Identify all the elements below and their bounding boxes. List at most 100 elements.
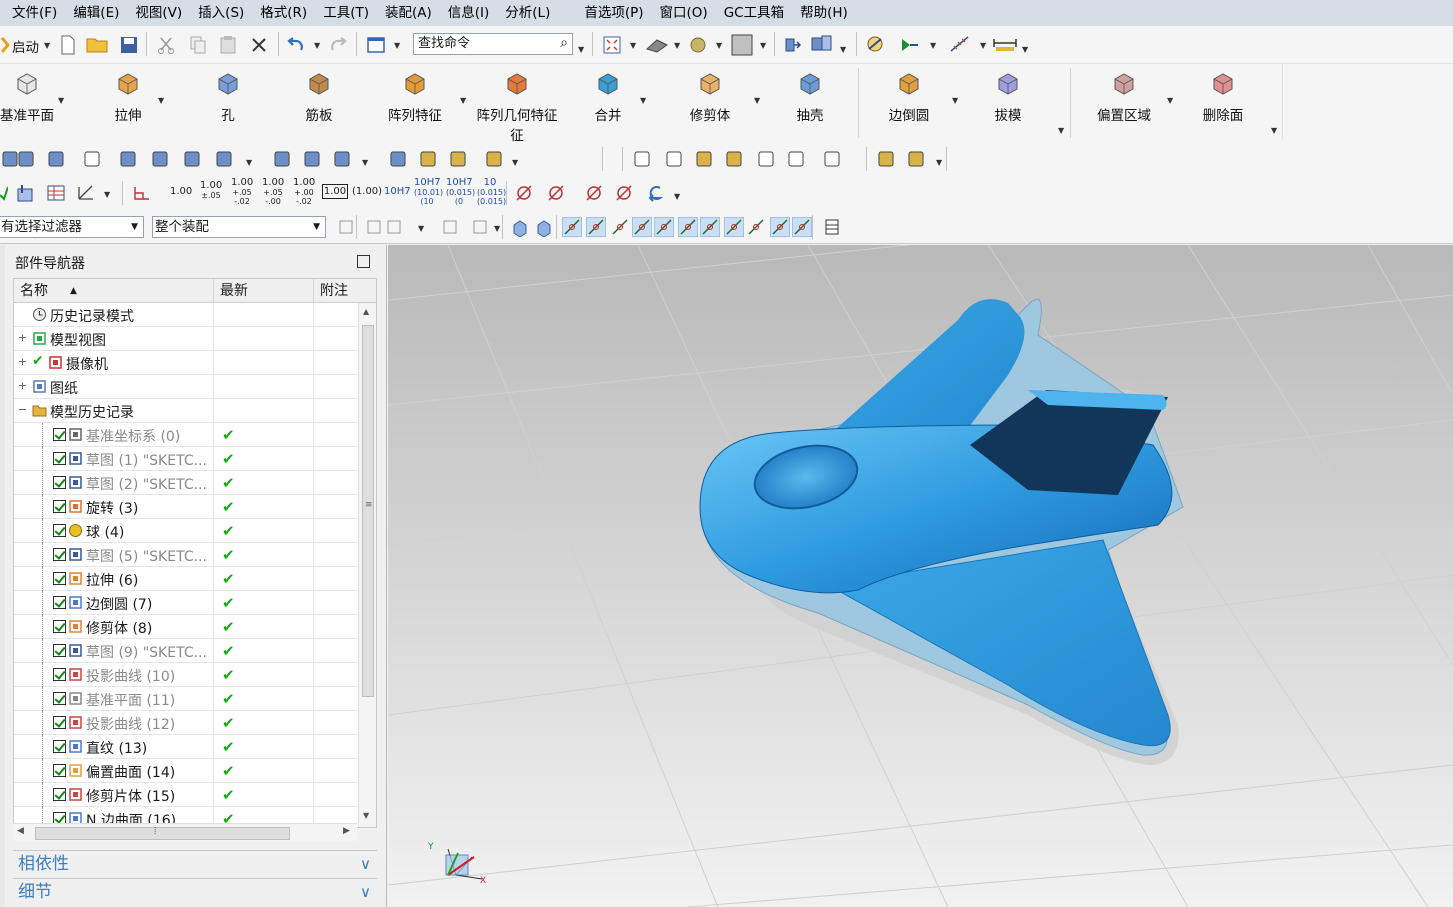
visibility-checkbox[interactable] <box>53 620 66 633</box>
pattern-geometry-button[interactable]: 阵列几何特征征 <box>470 68 564 144</box>
analysis-icon[interactable] <box>864 34 886 54</box>
mid-point-icon[interactable] <box>610 217 630 237</box>
navigator-row[interactable]: 草图 (9) "SKETC... ✔ <box>14 639 358 663</box>
select-all-icon[interactable] <box>336 217 356 237</box>
menu-item-1[interactable]: 编辑(E) <box>65 0 127 26</box>
pmi-dimension-button-2[interactable]: 1.00 +.05 -.02 <box>231 177 253 206</box>
undo-dropdown-icon[interactable]: ▼ <box>314 41 320 50</box>
surface-icon[interactable] <box>302 149 322 169</box>
showhide-dropdown-icon[interactable]: ▼ <box>930 41 936 50</box>
navigator-row[interactable]: 基准平面 (11) ✔ <box>14 687 358 711</box>
menu-item-11[interactable]: GC工具箱 <box>716 0 792 26</box>
visibility-checkbox[interactable] <box>53 692 66 705</box>
tangent-icon[interactable] <box>632 217 652 237</box>
datum-feature-icon[interactable] <box>546 183 566 203</box>
cut-icon[interactable] <box>156 35 176 55</box>
visibility-checkbox[interactable] <box>53 452 66 465</box>
pmi-dimension-button-6[interactable]: (1.00) <box>352 186 382 197</box>
assembly-dropdown-icon[interactable]: ▼ <box>840 45 846 54</box>
chevron-down-icon[interactable]: ▼ <box>158 96 164 105</box>
dependencies-section[interactable]: 相依性 ∨ <box>13 850 377 876</box>
visibility-checkbox[interactable] <box>53 524 66 537</box>
command-finder-input[interactable]: 查找命令 ⌕ <box>413 33 573 55</box>
paste-icon[interactable] <box>218 35 238 55</box>
more-dropdown-icon[interactable]: ▼ <box>674 192 680 201</box>
group-more-icon[interactable]: ▼ <box>1058 126 1064 135</box>
navigator-row[interactable]: 直纹 (13) ✔ <box>14 735 358 759</box>
chevron-down-icon[interactable]: ▼ <box>460 96 466 105</box>
navigator-row[interactable]: 修剪体 (8) ✔ <box>14 615 358 639</box>
navigator-row[interactable]: + 模型视图 <box>14 327 358 351</box>
draft-button[interactable]: 拔模 <box>976 68 1040 138</box>
zebra-dropdown-icon[interactable]: ▼ <box>512 158 518 167</box>
navigator-row[interactable]: 草图 (2) "SKETC... ✔ <box>14 471 358 495</box>
visibility-checkbox[interactable] <box>53 428 66 441</box>
visibility-checkbox[interactable] <box>53 668 66 681</box>
selection-scope-select[interactable]: 整个装配 ▼ <box>152 216 326 238</box>
navigator-row[interactable]: 拉伸 (6) ✔ <box>14 567 358 591</box>
menu-item-10[interactable]: 窗口(O) <box>652 0 716 26</box>
wave-link-icon[interactable] <box>118 149 138 169</box>
edge-blend-button[interactable]: 边倒圆 <box>868 68 950 138</box>
vertical-scrollbar[interactable]: ▲ ≡ ▼ <box>358 303 376 827</box>
shell-button[interactable]: 抽壳 <box>776 68 844 138</box>
balloon-icon[interactable] <box>694 149 714 169</box>
shaded-sphere-icon[interactable] <box>688 35 708 55</box>
pmi-dimension-button-0[interactable]: 1.00 <box>170 186 192 197</box>
diameter-icon[interactable] <box>614 183 634 203</box>
navigator-row[interactable]: 草图 (1) "SKETC... ✔ <box>14 447 358 471</box>
menu-item-2[interactable]: 视图(V) <box>127 0 190 26</box>
search-icon[interactable]: ⌕ <box>560 35 568 51</box>
measure-dropdown-icon[interactable]: ▼ <box>980 41 986 50</box>
navigator-row[interactable]: 基准坐标系 (0) ✔ <box>14 423 358 447</box>
menu-item-0[interactable]: 文件(F) <box>4 0 65 26</box>
navigator-row[interactable]: 投影曲线 (10) ✔ <box>14 663 358 687</box>
assembly-a-icon[interactable] <box>876 149 896 169</box>
background-icon[interactable] <box>730 33 754 57</box>
switch-window-icon[interactable] <box>366 35 386 55</box>
on-face-icon[interactable] <box>792 217 812 237</box>
ring-icon[interactable] <box>448 149 468 169</box>
datum-plane-button[interactable]: 基准平面 <box>0 68 56 138</box>
datum-target-icon[interactable] <box>76 183 96 203</box>
point-select-icon[interactable] <box>364 217 384 237</box>
curve-dropdown-icon[interactable]: ▼ <box>362 158 368 167</box>
navigator-row[interactable]: 边倒圆 (7) ✔ <box>14 591 358 615</box>
reference-set-icon[interactable] <box>182 149 202 169</box>
pmi-dimension-button-5[interactable]: 1.00 <box>322 184 348 199</box>
label-dropdown-icon[interactable]: ▼ <box>246 158 252 167</box>
table-icon[interactable] <box>664 149 684 169</box>
show-hide-icon[interactable] <box>900 35 920 55</box>
navigator-row[interactable]: 球 (4) ✔ <box>14 519 358 543</box>
rapid-dimension-icon[interactable] <box>132 183 152 203</box>
measure-length-icon[interactable] <box>992 35 1018 55</box>
arrow-curve-icon[interactable] <box>644 183 664 203</box>
scroll-left-icon[interactable]: ◀ <box>17 826 24 836</box>
horizontal-scrollbar[interactable]: ◀ ⦙ ▶ <box>13 823 357 841</box>
delete-icon[interactable] <box>249 35 269 55</box>
table-tool-icon[interactable] <box>822 217 842 237</box>
chevron-down-icon[interactable]: ▼ <box>952 96 958 105</box>
column-header-latest[interactable]: 最新 <box>214 279 314 303</box>
rectangle-select-icon[interactable] <box>470 217 490 237</box>
curve-icon[interactable] <box>272 149 292 169</box>
assembly-constraints-icon[interactable] <box>810 34 834 54</box>
navigator-row[interactable]: + ✔ 摄像机 <box>14 351 358 375</box>
maximize-icon[interactable] <box>357 255 370 268</box>
visibility-checkbox[interactable] <box>53 788 66 801</box>
trim-curve-icon[interactable] <box>332 149 352 169</box>
navigator-row[interactable]: 修剪片体 (15) ✔ <box>14 783 358 807</box>
visibility-checkbox[interactable] <box>53 548 66 561</box>
spring-icon[interactable] <box>418 149 438 169</box>
graphics-viewport[interactable]: Y X <box>388 245 1453 907</box>
table-note-icon[interactable] <box>46 183 66 203</box>
fit-view-icon[interactable] <box>602 35 622 55</box>
navigator-row[interactable]: 投影曲线 (12) ✔ <box>14 711 358 735</box>
background-dropdown-icon[interactable]: ▼ <box>760 41 766 50</box>
feature-control-icon[interactable] <box>16 183 36 203</box>
layer-settings-icon[interactable] <box>16 149 36 169</box>
move-component-icon[interactable] <box>782 35 802 55</box>
navigator-row[interactable]: 旋转 (3) ✔ <box>14 495 358 519</box>
parts-list-icon[interactable] <box>724 149 744 169</box>
fit-dropdown-icon[interactable]: ▼ <box>630 41 636 50</box>
